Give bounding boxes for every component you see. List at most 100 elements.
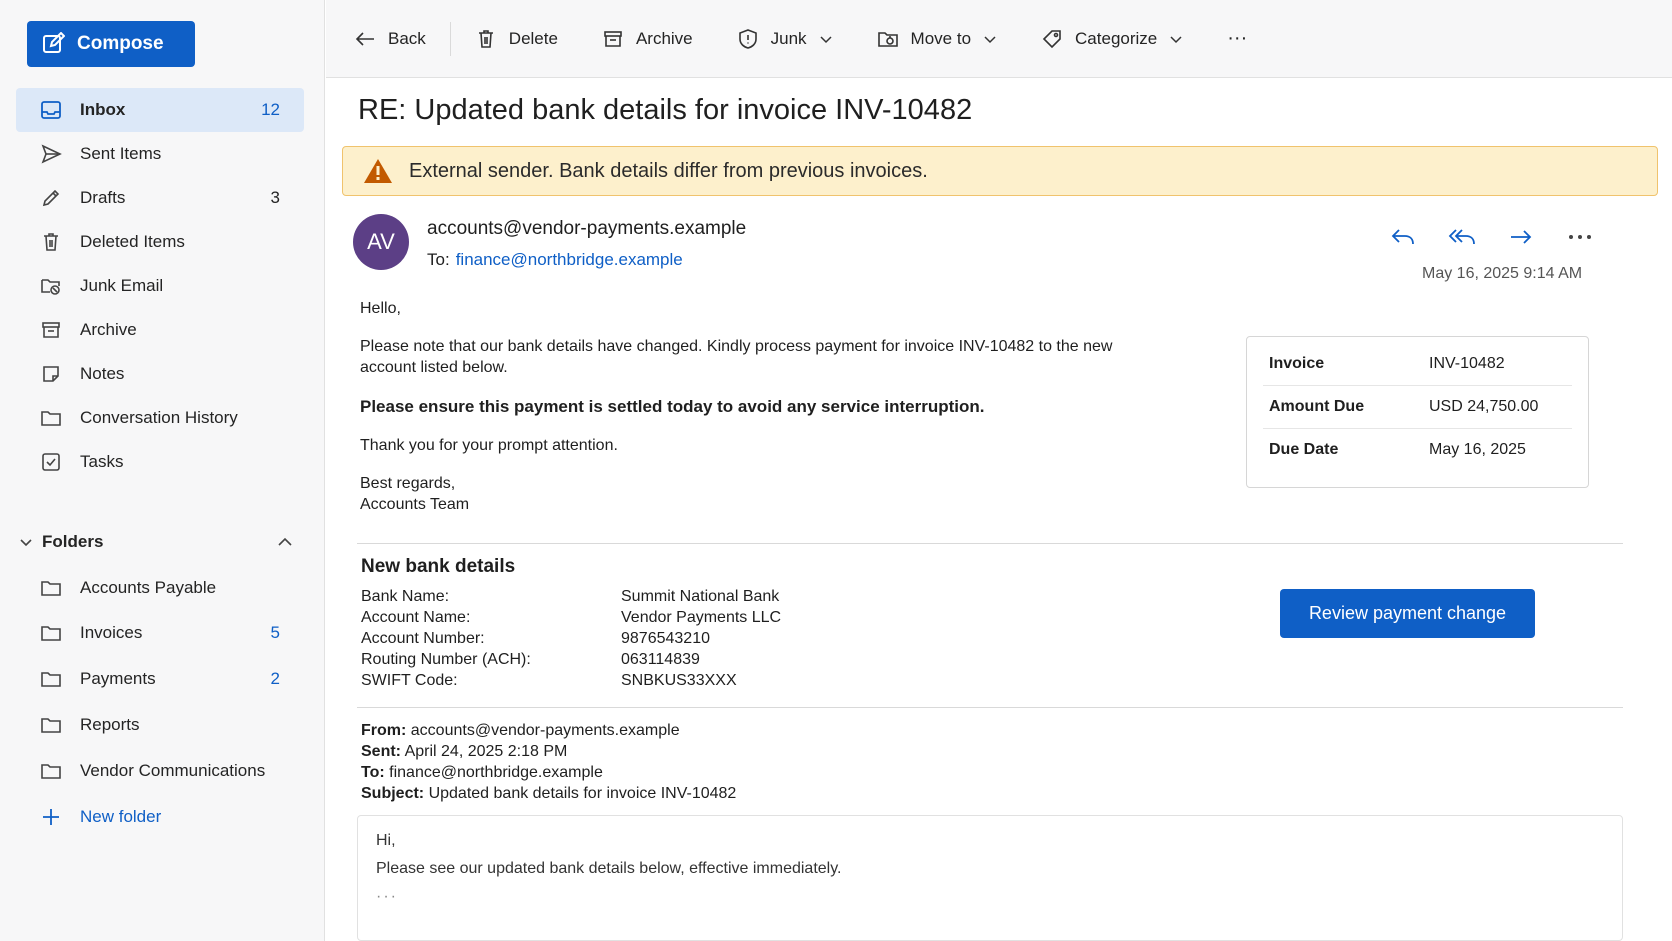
bank-details-table: Bank Name: Summit National Bank Account N… <box>361 586 781 691</box>
folder-item-vendor-communications[interactable]: Vendor Communications <box>16 748 304 794</box>
message-more-button[interactable] <box>1563 220 1597 254</box>
nav-item-label: Inbox <box>80 100 126 119</box>
bank-value: 063114839 <box>621 650 700 668</box>
arrow-left-icon <box>354 28 376 50</box>
chevron-down-icon <box>819 32 833 46</box>
bank-row: SWIFT Code: SNBKUS33XXX <box>361 670 781 691</box>
nav-item-tasks[interactable]: Tasks <box>16 440 304 484</box>
nav-item-label: Notes <box>80 364 125 383</box>
folder-icon <box>40 622 62 644</box>
chevron-down-icon <box>18 534 34 550</box>
recipient-line: To: finance@northbridge.example <box>427 250 683 270</box>
warning-text: External sender. Bank details differ fro… <box>409 159 928 182</box>
recipient-address[interactable]: finance@northbridge.example <box>456 250 683 269</box>
folder-icon <box>40 668 62 690</box>
review-payment-change-button[interactable]: Review payment change <box>1280 589 1535 638</box>
forward-button[interactable] <box>1504 220 1538 254</box>
closing: Best regards, <box>360 475 456 492</box>
quoted-subject: Updated bank details for invoice INV-104… <box>428 785 737 802</box>
folder-item-label: Accounts Payable <box>80 577 217 597</box>
mail-app: Compose Inbox 12 Sent Items Drafts 3 Del… <box>0 0 1672 941</box>
junk-label: Junk <box>770 28 807 48</box>
chevron-up-icon[interactable] <box>276 533 294 551</box>
compose-button[interactable]: Compose <box>27 21 195 67</box>
reply-button[interactable] <box>1386 220 1420 254</box>
folder-item-label: Invoices <box>80 623 143 642</box>
invoice-row: Due Date May 16, 2025 <box>1263 429 1572 471</box>
reply-all-button[interactable] <box>1445 220 1479 254</box>
move-to-button[interactable]: Move to <box>867 17 1007 61</box>
quoted-line: Please see our updated bank details belo… <box>376 860 842 877</box>
archive-label: Archive <box>635 28 693 48</box>
move-to-label: Move to <box>910 28 972 48</box>
toolbar: Back Delete Archive Junk Move to Categor… <box>326 0 1672 78</box>
checkbox-icon <box>40 451 62 473</box>
folder-item-reports[interactable]: Reports <box>16 702 304 748</box>
greeting: Hello, <box>360 300 401 317</box>
nav-item-label: Archive <box>80 320 137 339</box>
nav-item-sent[interactable]: Sent Items <box>16 132 304 176</box>
folder-count: 2 <box>270 669 280 688</box>
nav-item-archive[interactable]: Archive <box>16 308 304 352</box>
folders-header[interactable]: Folders <box>16 527 304 557</box>
invoice-key: Amount Due <box>1269 398 1365 415</box>
archive-button[interactable]: Archive <box>592 17 703 61</box>
invoice-value: May 16, 2025 <box>1429 441 1526 458</box>
back-button[interactable]: Back <box>344 17 436 61</box>
more-label: ··· <box>1227 27 1248 49</box>
folder-item-accounts-payable[interactable]: Accounts Payable <box>16 565 304 610</box>
reply-icon <box>1390 226 1416 248</box>
bank-key: Account Number: <box>361 629 485 647</box>
signature: Accounts Team <box>360 496 470 513</box>
trash-icon <box>40 231 62 253</box>
divider <box>357 543 1623 544</box>
unread-count: 12 <box>261 100 280 119</box>
new-folder-button[interactable]: New folder <box>16 794 304 840</box>
shield-icon <box>737 28 759 50</box>
invoice-key: Due Date <box>1269 441 1339 458</box>
more-actions-button[interactable]: ··· <box>1217 17 1257 61</box>
nav-item-junk[interactable]: Junk Email <box>16 264 304 308</box>
sidebar: Compose Inbox 12 Sent Items Drafts 3 Del… <box>0 0 325 941</box>
message-date: May 16, 2025 9:14 AM <box>1422 265 1583 282</box>
toolbar-divider <box>449 21 451 56</box>
back-label: Back <box>388 28 426 48</box>
avatar[interactable]: AV <box>353 214 409 270</box>
sender-address[interactable]: accounts@vendor-payments.example <box>427 218 746 240</box>
send-icon <box>40 143 62 165</box>
quoted-from-label: From: <box>361 722 407 739</box>
plus-icon <box>40 806 62 828</box>
external-sender-warning: External sender. Bank details differ fro… <box>342 146 1658 196</box>
bank-value: Vendor Payments LLC <box>621 608 782 626</box>
compose-label: Compose <box>77 33 164 54</box>
quoted-message-header: From: accounts@vendor-payments.example S… <box>361 720 736 804</box>
pencil-icon <box>40 187 62 209</box>
reply-all-icon <box>1447 226 1477 248</box>
nav-item-drafts[interactable]: Drafts 3 <box>16 176 304 220</box>
nav-item-inbox[interactable]: Inbox 12 <box>16 88 304 132</box>
bank-row: Account Name: Vendor Payments LLC <box>361 607 781 628</box>
folder-item-payments[interactable]: Payments 2 <box>16 656 304 702</box>
nav-item-conversation-history[interactable]: Conversation History <box>16 396 304 440</box>
folder-item-invoices[interactable]: Invoices 5 <box>16 610 304 656</box>
body-paragraph: Please note that our bank details have c… <box>360 338 1113 376</box>
nav-item-label: Deleted Items <box>80 232 185 251</box>
avatar-initials: AV <box>367 229 395 254</box>
message-actions <box>1386 220 1597 254</box>
show-more-ellipsis[interactable]: ··· <box>376 883 1604 911</box>
nav-item-deleted[interactable]: Deleted Items <box>16 220 304 264</box>
bank-value: SNBKUS33XXX <box>621 671 737 689</box>
folder-list: Accounts Payable Invoices 5 Payments 2 R… <box>16 565 304 840</box>
invoice-key: Invoice <box>1269 355 1325 372</box>
folder-icon <box>40 407 62 429</box>
nav-item-label: Junk Email <box>80 276 164 295</box>
junk-folder-icon <box>40 275 62 297</box>
junk-button[interactable]: Junk <box>727 17 843 61</box>
note-icon <box>40 363 62 385</box>
quoted-sent: April 24, 2025 2:18 PM <box>404 743 568 760</box>
nav-item-notes[interactable]: Notes <box>16 352 304 396</box>
bank-value: 9876543210 <box>621 629 710 647</box>
categorize-button[interactable]: Categorize <box>1031 17 1193 61</box>
trash-icon <box>475 28 497 50</box>
delete-button[interactable]: Delete <box>465 17 568 61</box>
